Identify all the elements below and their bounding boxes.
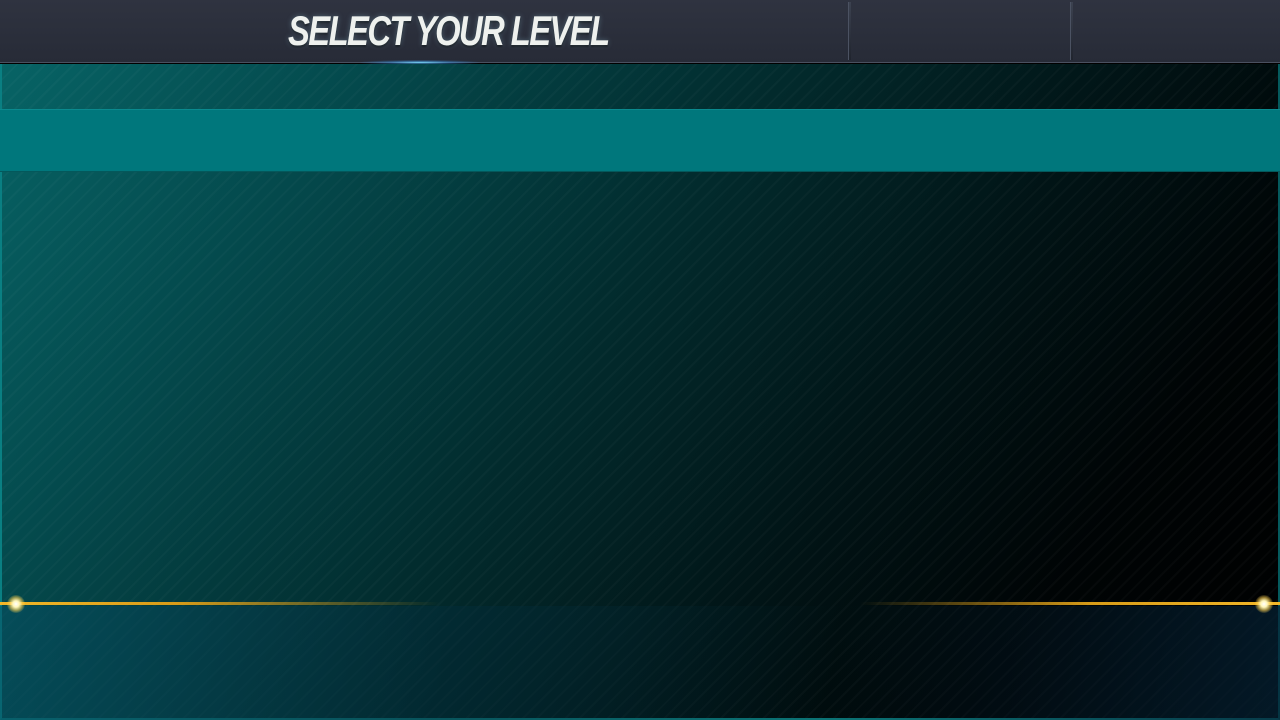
top-bar: SELECT YOUR LEVEL — [0, 0, 1280, 65]
gold-divider-left — [0, 602, 440, 605]
panel-footer-area — [0, 606, 1280, 720]
panel-header-band — [0, 109, 1280, 172]
page-title: SELECT YOUR LEVEL — [288, 7, 610, 54]
tab-divider — [848, 2, 851, 60]
tab-divider — [1070, 2, 1073, 60]
spark-icon — [7, 595, 25, 613]
top-bar-tab-2[interactable] — [1070, 2, 1280, 60]
top-bar-tab-1[interactable] — [848, 2, 1070, 60]
level-select-screen: SELECT YOUR LEVEL — [0, 0, 1280, 720]
gold-divider-right — [860, 602, 1280, 605]
spark-icon — [1255, 595, 1273, 613]
